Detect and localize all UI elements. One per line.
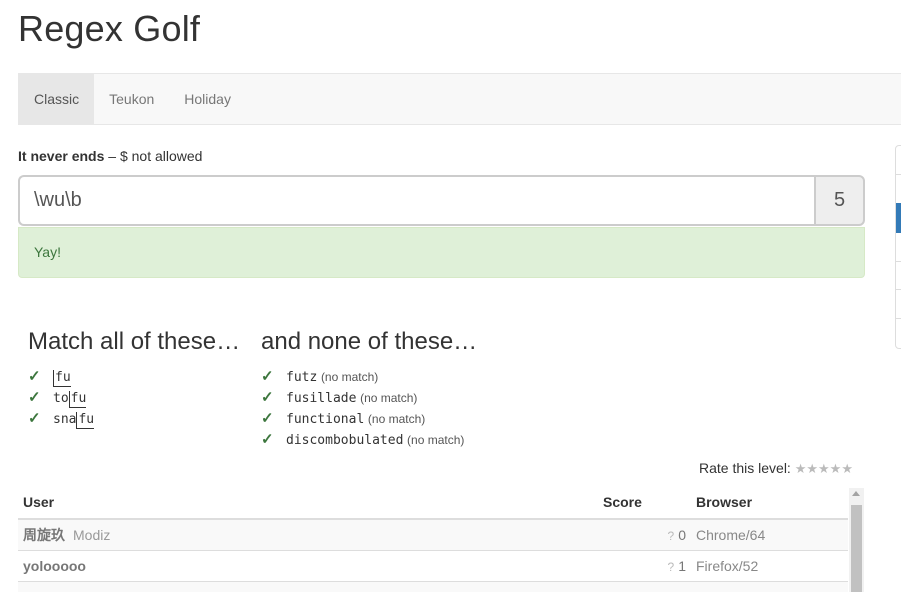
table-row[interactable]: yolooooo ? 1 Firefox/52 <box>18 550 848 582</box>
user-cell: 周旋玖 Modiz <box>18 519 598 551</box>
check-icon: ✓ <box>28 389 41 406</box>
side-separator <box>896 174 901 175</box>
leaderboard: User Score Browser 周旋玖 Modiz ? 0 Chrome/64… <box>18 488 848 592</box>
tab-classic[interactable]: Classic <box>19 74 95 124</box>
level-name: It never ends <box>18 148 105 164</box>
side-level-list[interactable] <box>895 145 901 349</box>
match-highlight: fu <box>68 391 87 408</box>
rate-label: Rate this level: <box>699 460 791 476</box>
user-cell: yolooooo <box>18 550 598 582</box>
rate-level: Rate this level: ★★★★★ <box>699 460 853 477</box>
scroll-thumb[interactable] <box>851 505 862 592</box>
side-separator <box>896 318 901 319</box>
match-highlight: fu <box>53 370 71 387</box>
check-icon: ✓ <box>261 431 274 448</box>
check-icon: ✓ <box>28 368 41 385</box>
browser-cell: Firefox/52 <box>691 550 848 582</box>
nomatch-item: ✓ futz (no match) <box>261 368 379 385</box>
score-cell: ? 0 <box>598 519 691 551</box>
match-item: ✓ fu <box>28 366 94 387</box>
level-constraint: $ not allowed <box>119 148 203 164</box>
scroll-up-arrow-icon[interactable] <box>852 491 860 496</box>
user-cell <box>18 581 598 592</box>
match-highlight: fu <box>76 412 95 429</box>
nomatch-list: ✓ futz (no match) ✓ fusillade (no match) ✓… <box>261 366 464 450</box>
level-set-tabs: Classic Teukon Holiday <box>18 73 901 125</box>
check-icon: ✓ <box>261 368 274 385</box>
check-icon: ✓ <box>261 410 274 427</box>
tab-teukon[interactable]: Teukon <box>94 74 169 124</box>
leaderboard-table: User Score Browser 周旋玖 Modiz ? 0 Chrome/64… <box>18 488 848 592</box>
check-icon: ✓ <box>28 410 41 427</box>
help-icon[interactable]: ? <box>668 529 675 543</box>
nomatch-item: ✓ fusillade (no match) <box>261 389 418 406</box>
side-separator <box>896 261 901 262</box>
success-alert: Yay! <box>18 227 865 278</box>
level-separator: – <box>104 148 120 164</box>
tab-holiday[interactable]: Holiday <box>169 74 246 124</box>
check-icon: ✓ <box>261 389 274 406</box>
score-cell: ? 1 <box>598 550 691 582</box>
match-heading: Match all of these… <box>28 328 241 355</box>
page-title: Regex Golf <box>18 8 201 49</box>
no-match-note: (no match) <box>360 391 418 405</box>
side-separator <box>896 289 901 290</box>
col-header-browser[interactable]: Browser <box>691 488 848 520</box>
level-description: It never ends – $ not allowed <box>18 148 202 164</box>
no-match-note: (no match) <box>320 370 379 384</box>
browser-cell <box>691 581 848 592</box>
col-header-user[interactable]: User <box>18 488 598 520</box>
regex-score: 5 <box>814 175 865 226</box>
help-icon[interactable]: ? <box>668 560 675 574</box>
no-match-note: (no match) <box>407 433 465 447</box>
score-cell <box>598 581 691 592</box>
regex-input[interactable] <box>18 175 814 226</box>
nomatch-heading: and none of these… <box>261 328 478 355</box>
regex-input-group: 5 <box>18 175 865 226</box>
star-rating-icon[interactable]: ★★★★★ <box>795 461 853 476</box>
nomatch-item: ✓ discombobulated (no match) <box>261 431 465 448</box>
match-item: ✓ to fu <box>28 389 87 408</box>
nomatch-item: ✓ functional (no match) <box>261 410 426 427</box>
match-item: ✓ sna fu <box>28 410 95 429</box>
leaderboard-scrollbar[interactable] <box>849 488 864 592</box>
no-match-note: (no match) <box>367 412 426 426</box>
table-row[interactable] <box>18 581 848 592</box>
table-header-row: User Score Browser <box>18 488 848 520</box>
side-active-marker <box>896 203 901 233</box>
match-list: ✓ fu ✓ to fu ✓ sna fu <box>28 366 95 429</box>
table-row[interactable]: 周旋玖 Modiz ? 0 Chrome/64 <box>18 519 848 551</box>
browser-cell: Chrome/64 <box>691 519 848 551</box>
col-header-score[interactable]: Score <box>598 488 691 520</box>
